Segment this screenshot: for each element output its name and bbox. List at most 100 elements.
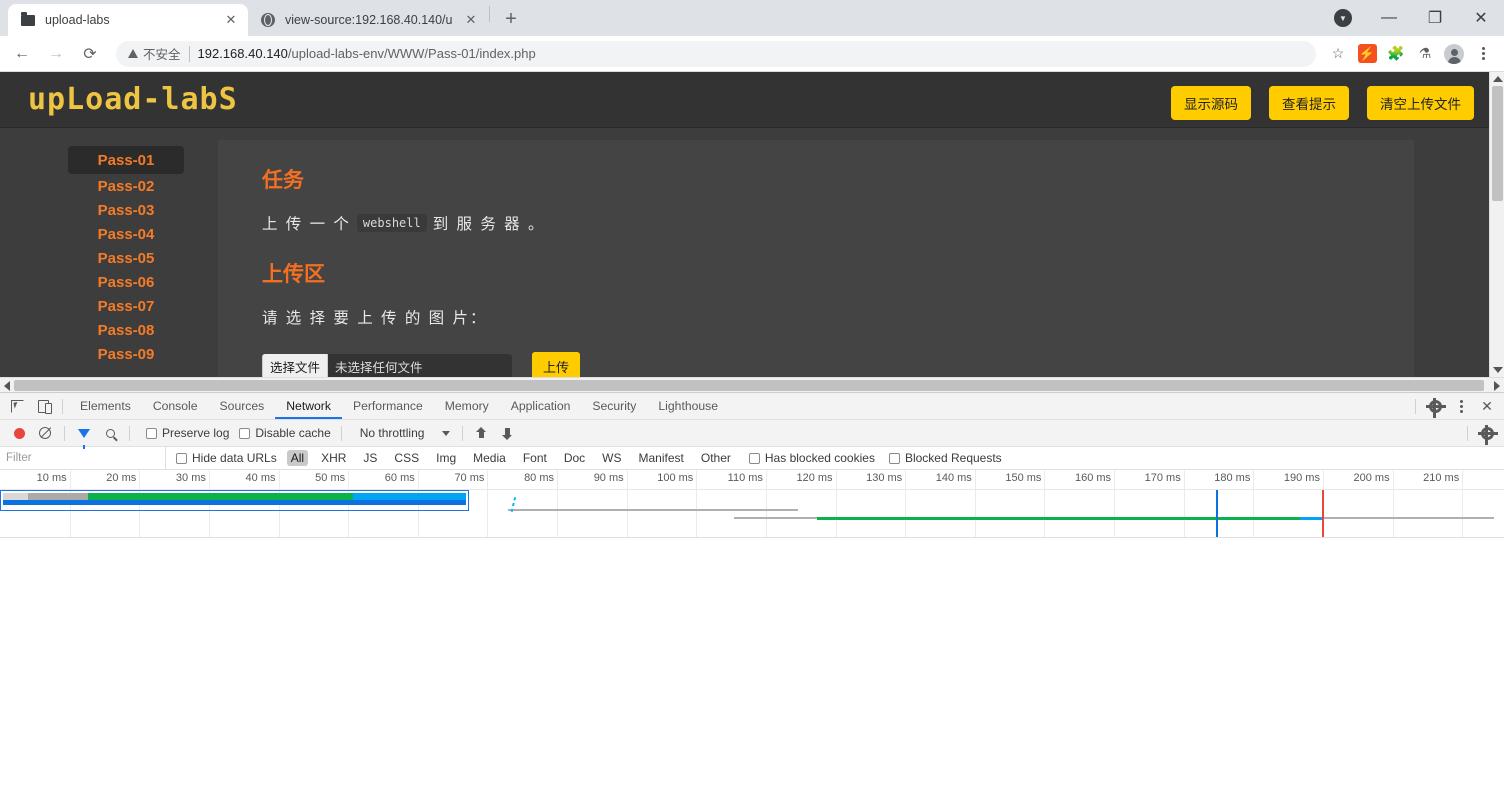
tab-lighthouse[interactable]: Lighthouse xyxy=(647,393,729,419)
tab-network[interactable]: Network xyxy=(275,393,342,419)
tab-elements[interactable]: Elements xyxy=(69,393,142,419)
timeline-tick-label: 20 ms xyxy=(106,472,137,484)
filter-funnel-icon[interactable] xyxy=(71,421,97,449)
sidebar-item-pass-09[interactable]: Pass-09 xyxy=(68,342,184,366)
type-filter-xhr[interactable]: XHR xyxy=(317,450,350,466)
star-icon[interactable]: ☆ xyxy=(1325,41,1351,67)
export-har-icon[interactable] xyxy=(495,421,521,445)
hide-data-urls-checkbox[interactable]: Hide data URLs xyxy=(176,451,277,465)
checkbox-box[interactable] xyxy=(146,427,157,439)
scroll-up-arrow-icon[interactable] xyxy=(1493,76,1503,82)
tab-console[interactable]: Console xyxy=(142,393,209,419)
record-icon[interactable] xyxy=(6,421,32,445)
sidebar-item-pass-04[interactable]: Pass-04 xyxy=(68,222,184,246)
timeline-tick-label: 30 ms xyxy=(175,472,206,484)
checkbox-box[interactable] xyxy=(176,452,187,464)
type-filter-css[interactable]: CSS xyxy=(390,450,423,466)
has-blocked-cookies-checkbox[interactable]: Has blocked cookies xyxy=(748,451,875,465)
clear-uploads-button[interactable]: 清空上传文件 xyxy=(1367,86,1474,120)
browser-menu-icon[interactable] xyxy=(1470,41,1496,67)
type-filter-media[interactable]: Media xyxy=(469,450,510,466)
network-toolbar-actions xyxy=(1461,420,1500,447)
timeline-tick-label: 100 ms xyxy=(657,472,694,484)
puzzle-icon[interactable]: 🧩 xyxy=(1383,41,1409,67)
type-filter-manifest[interactable]: Manifest xyxy=(635,450,688,466)
timeline-tick: 140 ms xyxy=(936,470,976,537)
type-filter-font[interactable]: Font xyxy=(519,450,551,466)
sidebar-item-pass-08[interactable]: Pass-08 xyxy=(68,318,184,342)
timeline-tick-label: 200 ms xyxy=(1353,472,1390,484)
tab-performance[interactable]: Performance xyxy=(342,393,434,419)
back-button[interactable]: ← xyxy=(8,40,36,68)
address-bar[interactable]: 不安全 192.168.40.140/upload-labs-env/WWW/P… xyxy=(116,40,1316,67)
browser-tab-0[interactable]: upload-labs ✕ xyxy=(8,4,248,36)
new-tab-button[interactable]: + xyxy=(497,5,525,33)
sidebar-item-pass-07[interactable]: Pass-07 xyxy=(68,294,184,318)
throttling-select[interactable]: No throttling xyxy=(360,426,451,440)
tab-application[interactable]: Application xyxy=(500,393,582,419)
settings-gear-icon[interactable] xyxy=(1422,395,1448,419)
forward-button[interactable]: → xyxy=(42,40,70,68)
scroll-left-arrow-icon[interactable] xyxy=(4,381,10,391)
waterfall-line-green xyxy=(817,517,1317,520)
disable-cache-checkbox[interactable]: Disable cache xyxy=(239,426,331,440)
checkbox-box[interactable] xyxy=(239,427,251,439)
type-filter-other[interactable]: Other xyxy=(697,450,735,466)
close-window-button[interactable]: ✕ xyxy=(1458,2,1504,34)
sidebar-item-pass-02[interactable]: Pass-02 xyxy=(68,174,184,198)
sidebar-item-pass-01[interactable]: Pass-01 xyxy=(68,146,184,174)
blocked-requests-checkbox[interactable]: Blocked Requests xyxy=(888,451,1002,465)
avatar-icon[interactable] xyxy=(1441,41,1467,67)
tab-memory[interactable]: Memory xyxy=(434,393,500,419)
reload-button[interactable]: ⟳ xyxy=(76,40,104,68)
tab-search-button[interactable]: ▼ xyxy=(1320,2,1366,34)
search-icon[interactable] xyxy=(97,421,123,445)
scroll-down-arrow-icon[interactable] xyxy=(1493,367,1503,373)
type-filter-ws[interactable]: WS xyxy=(598,450,625,466)
file-input[interactable]: 选择文件 未选择任何文件 xyxy=(262,354,512,379)
view-hint-button[interactable]: 查看提示 xyxy=(1269,86,1349,120)
tab-close-icon[interactable]: ✕ xyxy=(462,11,480,29)
vertical-scroll-thumb[interactable] xyxy=(1492,86,1503,201)
inspect-cursor-icon[interactable] xyxy=(4,394,30,418)
page-horizontal-scrollbar[interactable] xyxy=(0,377,1504,392)
network-settings-gear-icon[interactable] xyxy=(1474,422,1500,446)
show-source-button[interactable]: 显示源码 xyxy=(1171,86,1251,120)
maximize-button[interactable]: ❐ xyxy=(1412,2,1458,34)
site-body: Pass-01 Pass-02 Pass-03 Pass-04 Pass-05 … xyxy=(0,128,1504,381)
network-overview-timeline[interactable]: 10 ms 20 ms 30 ms 40 ms 50 ms 60 ms 70 ms 80 ms… xyxy=(0,470,1504,538)
type-filter-doc[interactable]: Doc xyxy=(560,450,589,466)
upload-prompt: 请 选 择 要 上 传 的 图 片： xyxy=(262,310,488,327)
minimize-button[interactable]: — xyxy=(1366,2,1412,34)
checkbox-box[interactable] xyxy=(888,452,900,464)
beaker-icon[interactable]: ⚗ xyxy=(1412,41,1438,67)
sidebar-item-pass-06[interactable]: Pass-06 xyxy=(68,270,184,294)
browser-tab-1[interactable]: view-source:192.168.40.140/u ✕ xyxy=(248,4,488,36)
scroll-right-arrow-icon[interactable] xyxy=(1494,381,1500,391)
sidebar-item-pass-03[interactable]: Pass-03 xyxy=(68,198,184,222)
tab-sources[interactable]: Sources xyxy=(209,393,276,419)
type-filter-js[interactable]: JS xyxy=(359,450,381,466)
type-filter-all[interactable]: All xyxy=(286,450,309,466)
page-vertical-scrollbar[interactable] xyxy=(1489,72,1504,377)
preserve-log-checkbox[interactable]: Preserve log xyxy=(146,426,229,440)
more-options-icon[interactable] xyxy=(1448,395,1474,419)
timeline-tick-label: 190 ms xyxy=(1283,472,1320,484)
security-indicator[interactable]: 不安全 xyxy=(128,44,181,63)
horizontal-scroll-thumb[interactable] xyxy=(14,380,1484,391)
devtools-panel: Elements Console Sources Network Perform… xyxy=(0,392,1504,789)
type-filter-img[interactable]: Img xyxy=(432,450,460,466)
device-toolbar-icon[interactable] xyxy=(30,394,56,418)
tab-close-icon[interactable]: ✕ xyxy=(222,11,240,29)
tab-security[interactable]: Security xyxy=(581,393,647,419)
filter-input[interactable]: Filter xyxy=(6,447,166,469)
sidebar-item-pass-05[interactable]: Pass-05 xyxy=(68,246,184,270)
extension-orange-icon[interactable]: ⚡ xyxy=(1354,41,1380,67)
checkbox-box[interactable] xyxy=(748,452,760,464)
close-devtools-icon[interactable]: ✕ xyxy=(1474,395,1500,419)
choose-file-button[interactable]: 选择文件 xyxy=(262,354,329,379)
tab-title: upload-labs xyxy=(45,13,110,27)
timeline-tick: 110 ms xyxy=(728,470,767,537)
import-har-icon[interactable] xyxy=(469,421,495,445)
clear-icon[interactable] xyxy=(32,421,58,445)
